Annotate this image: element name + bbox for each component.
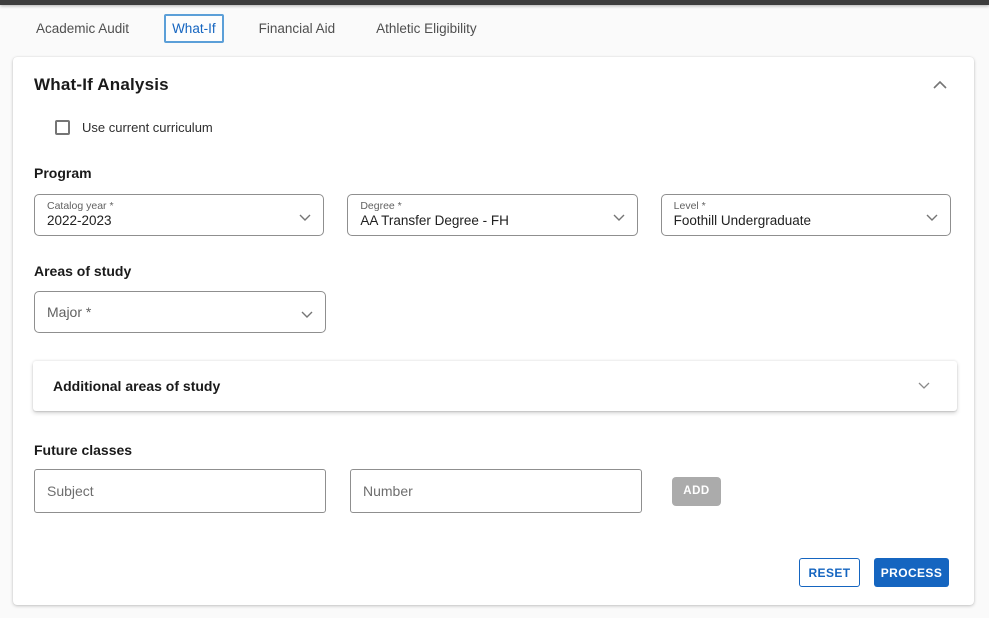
degree-select[interactable]: Degree * AA Transfer Degree - FH [347, 194, 637, 236]
major-placeholder: Major * [47, 304, 91, 320]
program-heading: Program [34, 165, 974, 181]
reset-button[interactable]: RESET [799, 558, 860, 587]
degree-label: Degree * [360, 200, 600, 212]
process-button[interactable]: PROCESS [874, 558, 949, 587]
catalog-year-select[interactable]: Catalog year * 2022-2023 [34, 194, 324, 236]
chevron-down-icon [298, 209, 312, 227]
panel-header: What-If Analysis [13, 73, 974, 97]
chevron-down-icon [917, 377, 931, 395]
subject-input[interactable] [34, 469, 326, 513]
catalog-year-value: 2022-2023 [47, 212, 287, 229]
future-classes-row: ADD [34, 469, 974, 513]
areas-of-study-heading: Areas of study [34, 263, 974, 279]
tab-athletic-eligibility[interactable]: Athletic Eligibility [370, 16, 483, 41]
future-classes-heading: Future classes [34, 442, 974, 458]
program-select-row: Catalog year * 2022-2023 Degree * AA Tra… [34, 194, 974, 236]
chevron-down-icon [612, 209, 626, 227]
tab-academic-audit[interactable]: Academic Audit [30, 16, 135, 41]
use-current-curriculum-label: Use current curriculum [82, 120, 213, 135]
use-current-curriculum-row: Use current curriculum [55, 118, 974, 136]
add-class-button[interactable]: ADD [672, 477, 721, 506]
tab-financial-aid[interactable]: Financial Aid [253, 16, 342, 41]
additional-areas-label: Additional areas of study [53, 378, 220, 394]
level-value: Foothill Undergraduate [674, 212, 914, 229]
what-if-analysis-panel: What-If Analysis Use current curriculum … [13, 57, 974, 605]
panel-actions: RESET PROCESS [799, 558, 949, 587]
areas-select-row: Major * [34, 291, 974, 333]
level-label: Level * [674, 200, 914, 212]
chevron-down-icon [300, 306, 314, 324]
level-select[interactable]: Level * Foothill Undergraduate [661, 194, 951, 236]
collapse-panel-button[interactable] [930, 78, 950, 92]
catalog-year-label: Catalog year * [47, 200, 287, 212]
tab-what-if[interactable]: What-If [164, 14, 224, 43]
number-input[interactable] [350, 469, 642, 513]
tab-bar: Academic Audit What-If Financial Aid Ath… [0, 5, 989, 51]
additional-areas-accordion[interactable]: Additional areas of study [33, 361, 957, 411]
chevron-down-icon [925, 209, 939, 227]
chevron-up-icon [932, 78, 948, 93]
use-current-curriculum-checkbox[interactable] [55, 120, 70, 135]
major-select[interactable]: Major * [34, 291, 326, 333]
page-title: What-If Analysis [34, 75, 169, 95]
degree-value: AA Transfer Degree - FH [360, 212, 600, 229]
